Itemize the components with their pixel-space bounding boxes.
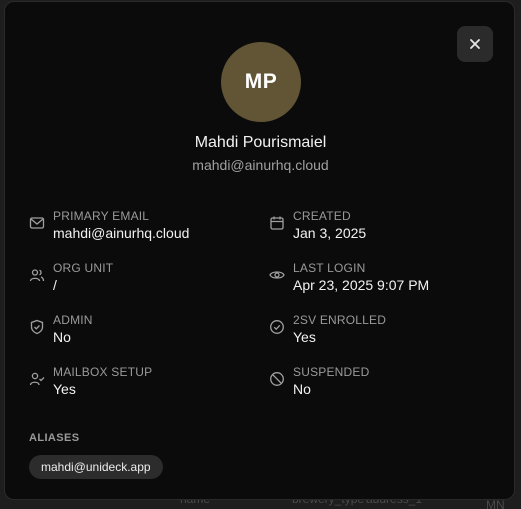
user-details-modal: MP Mahdi Pourismaiel mahdi@ainurhq.cloud… (4, 1, 515, 500)
avatar-initials: MP (244, 70, 278, 93)
users-icon (29, 269, 45, 282)
field-org-unit: ORG UNIT / (29, 261, 259, 301)
check-circle-icon (270, 320, 284, 334)
last-login-value: Apr 23, 2025 9:07 PM (293, 277, 430, 293)
2sv-enrolled-value: Yes (293, 329, 316, 345)
eye-icon (269, 271, 285, 279)
suspended-label: SUSPENDED (293, 365, 370, 379)
created-label: CREATED (293, 209, 351, 223)
field-mailbox-setup: MAILBOX SETUP Yes (29, 365, 259, 405)
last-login-label: LAST LOGIN (293, 261, 366, 275)
field-suspended: SUSPENDED No (269, 365, 499, 405)
mailbox-setup-value: Yes (53, 381, 76, 397)
field-last-login: LAST LOGIN Apr 23, 2025 9:07 PM (269, 261, 499, 301)
user-email: mahdi@ainurhq.cloud (192, 157, 329, 173)
close-icon (470, 39, 480, 49)
mailbox-setup-label: MAILBOX SETUP (53, 365, 153, 379)
org-unit-value: / (53, 277, 57, 293)
mail-icon (29, 217, 45, 229)
field-2sv-enrolled: 2SV ENROLLED Yes (269, 313, 499, 353)
close-button[interactable] (457, 26, 493, 62)
avatar: MP (221, 42, 301, 122)
calendar-icon (270, 216, 284, 230)
ban-icon (270, 372, 284, 386)
alias-chip: mahdi@unideck.app (29, 455, 163, 479)
suspended-value: No (293, 381, 311, 397)
primary-email-label: PRIMARY EMAIL (53, 209, 150, 223)
aliases-heading: ALIASES (29, 432, 80, 444)
field-admin: ADMIN No (29, 313, 259, 353)
field-primary-email: PRIMARY EMAIL mahdi@ainurhq.cloud (29, 209, 259, 249)
admin-value: No (53, 329, 71, 345)
2sv-enrolled-label: 2SV ENROLLED (293, 313, 387, 327)
user-name: Mahdi Pourismaiel (194, 134, 327, 151)
primary-email-value: mahdi@ainurhq.cloud (53, 225, 190, 241)
org-unit-label: ORG UNIT (53, 261, 114, 275)
field-created: CREATED Jan 3, 2025 (269, 209, 499, 249)
admin-label: ADMIN (53, 313, 93, 327)
user-check-icon (29, 372, 45, 386)
created-value: Jan 3, 2025 (293, 225, 367, 241)
shield-icon (30, 319, 44, 335)
